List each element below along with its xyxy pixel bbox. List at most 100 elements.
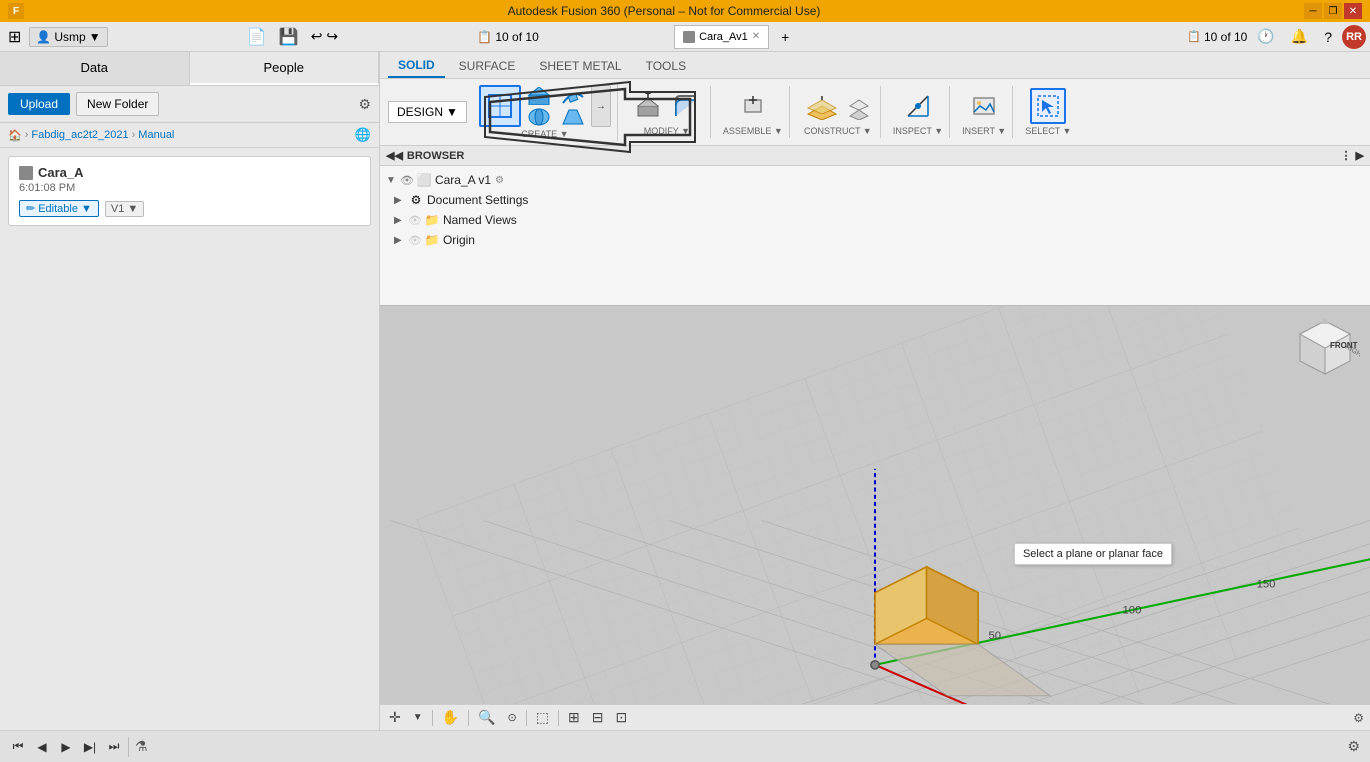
loft-button[interactable] <box>557 107 589 127</box>
tab-sheet-metal[interactable]: SHEET METAL <box>529 55 631 77</box>
display-mode-btn[interactable]: ⬚ <box>533 707 552 728</box>
orbit-btn[interactable]: ✛ <box>386 707 404 728</box>
viewport-bottom-toolbar: ✛ ▼ ✋ 🔍 ⊙ ⬚ ⊞ ⊟ ⊡ ⚙ <box>380 704 1370 730</box>
tree-root[interactable]: ▼ 👁 ⬜ Cara_A v1 ⚙ <box>380 170 1370 190</box>
view-settings-right[interactable]: ⚙ <box>1353 711 1364 725</box>
create-section: → CREATE ▼ <box>473 83 618 141</box>
items-count: 📋 10 of 10 <box>477 30 538 44</box>
browser-collapse-icon[interactable]: ▶ <box>1356 149 1364 162</box>
insert-tools <box>966 88 1002 124</box>
file-actions: ✏ Editable ▼ V1 ▼ <box>19 200 360 217</box>
tree-node-named-views[interactable]: ▶ 👁 📁 Named Views <box>380 210 1370 230</box>
undo-icon[interactable]: ↩ ↪ <box>307 26 342 47</box>
tab-data[interactable]: Data <box>0 52 190 85</box>
breadcrumb-folder[interactable]: Manual <box>138 129 174 141</box>
close-button[interactable]: ✕ <box>1344 3 1362 19</box>
sketch-button[interactable] <box>479 85 521 127</box>
sketch-icon <box>486 92 514 120</box>
zoom-btn[interactable]: 🔍 <box>475 707 498 728</box>
select-btn-1[interactable] <box>1030 88 1066 124</box>
tab-solid[interactable]: SOLID <box>388 54 445 78</box>
modify-btn-2[interactable] <box>668 88 704 124</box>
history-icon[interactable]: 🕐 <box>1251 26 1280 47</box>
tab-tools[interactable]: TOOLS <box>636 55 696 77</box>
construct-btn-1[interactable] <box>802 88 842 124</box>
tree-origin-expand[interactable]: ▶ <box>394 235 408 246</box>
tree-root-settings[interactable]: ⚙ <box>495 175 504 186</box>
revolve-button[interactable] <box>523 107 555 127</box>
sweep-button[interactable] <box>557 86 589 106</box>
orbit-dropdown[interactable]: ▼ <box>410 710 426 725</box>
tree-doc-expand[interactable]: ▶ <box>394 195 408 206</box>
restore-button[interactable]: ❐ <box>1324 3 1342 19</box>
rewind-button[interactable]: ⏮ <box>8 737 28 757</box>
minimize-button[interactable]: ─ <box>1304 3 1322 19</box>
tree-root-expand[interactable]: ▼ <box>386 175 400 186</box>
upload-button[interactable]: Upload <box>8 93 70 115</box>
user-name: Usmp <box>54 30 85 44</box>
tree-views-eye[interactable]: 👁 <box>408 214 422 227</box>
construct-tools <box>802 88 874 124</box>
construct-btn-2[interactable] <box>844 88 874 124</box>
modify-btn-1[interactable] <box>630 88 666 124</box>
tree-views-icon: 📁 <box>424 212 440 228</box>
settings-icon[interactable]: ⚙ <box>358 96 371 113</box>
help-icon[interactable]: ? <box>1318 27 1338 47</box>
timeline-filter-icon[interactable]: ⚗ <box>133 736 150 757</box>
sep-4 <box>558 710 559 726</box>
play-button[interactable]: ▶ <box>56 737 76 757</box>
tooltip: Select a plane or planar face <box>1014 543 1172 565</box>
user-avatar[interactable]: RR <box>1342 25 1366 49</box>
pan-btn[interactable]: ✋ <box>439 707 462 728</box>
notify-icon[interactable]: 🔔 <box>1285 26 1314 47</box>
zoom-fit-btn[interactable]: ⊙ <box>505 709 520 726</box>
grid-btn[interactable]: ⊞ <box>565 707 583 728</box>
new-folder-button[interactable]: New Folder <box>76 92 159 116</box>
breadcrumb-project[interactable]: Fabdig_ac2t2_2021 <box>31 129 128 141</box>
save-icon[interactable]: 💾 <box>275 25 303 49</box>
doc-icon <box>683 31 695 43</box>
svg-text:150: 150 <box>1257 579 1276 591</box>
tree-root-eye[interactable]: 👁 <box>400 174 414 187</box>
tab-surface[interactable]: SURFACE <box>449 55 526 77</box>
timeline-settings-icon[interactable]: ⚙ <box>1345 736 1362 757</box>
editable-badge[interactable]: ✏ Editable ▼ <box>19 200 99 217</box>
snap-btn[interactable]: ⊟ <box>589 707 607 728</box>
breadcrumb-home-icon[interactable]: 🏠 <box>8 129 22 142</box>
browser-menu-icon[interactable]: ⋮ <box>1341 149 1352 162</box>
assemble-btn-1[interactable] <box>735 88 771 124</box>
end-button[interactable]: ⏭ <box>104 737 124 757</box>
file-icon[interactable]: 📄 <box>243 25 271 49</box>
offset-plane-icon <box>806 92 838 120</box>
user-menu[interactable]: 👤 Usmp ▼ <box>29 27 107 47</box>
tree-origin-eye[interactable]: 👁 <box>408 234 422 247</box>
loft-icon <box>561 108 585 126</box>
create-more-button[interactable]: → <box>591 85 611 127</box>
design-dropdown[interactable]: DESIGN ▼ <box>388 101 467 123</box>
title-bar: F Autodesk Fusion 360 (Personal – Not fo… <box>0 0 1370 22</box>
tree-node-origin[interactable]: ▶ 👁 📁 Origin <box>380 230 1370 250</box>
revolve-icon <box>527 108 551 126</box>
view-cube[interactable]: FRONT RIGHT <box>1290 316 1360 386</box>
tree-doc-label: Document Settings <box>427 193 528 207</box>
tree-node-doc-settings[interactable]: ▶ ⚙ Document Settings <box>380 190 1370 210</box>
extrude-button[interactable] <box>523 86 555 106</box>
next-button[interactable]: ▶| <box>80 737 100 757</box>
inspect-btn-1[interactable] <box>900 88 936 124</box>
tree-views-expand[interactable]: ▶ <box>394 215 408 226</box>
viewport[interactable]: 50 100 150 200 50 100 150 <box>380 306 1370 704</box>
add-tab-button[interactable]: + <box>773 27 797 47</box>
insert-btn-1[interactable] <box>966 88 1002 124</box>
browser-collapse-left-icon[interactable]: ◀◀ <box>386 149 403 162</box>
more-bottom-btn[interactable]: ⊡ <box>612 707 630 728</box>
construct-section: CONSTRUCT ▼ <box>796 86 881 138</box>
viewport-area: ◀◀ BROWSER ⋮ ▶ ▼ 👁 ⬜ Cara_A v1 ⚙ <box>380 146 1370 730</box>
tab-people[interactable]: People <box>190 52 380 85</box>
tab-document[interactable]: Cara_Av1 ✕ <box>674 25 769 49</box>
app-grid-icon[interactable]: ⊞ <box>4 25 25 49</box>
close-tab-icon[interactable]: ✕ <box>752 31 760 42</box>
edit-label: Editable <box>38 203 78 215</box>
prev-button[interactable]: ◀ <box>32 737 52 757</box>
version-badge[interactable]: V1 ▼ <box>105 201 144 217</box>
left-panel: Data People Upload New Folder ⚙ 🏠 › Fabd… <box>0 52 380 730</box>
